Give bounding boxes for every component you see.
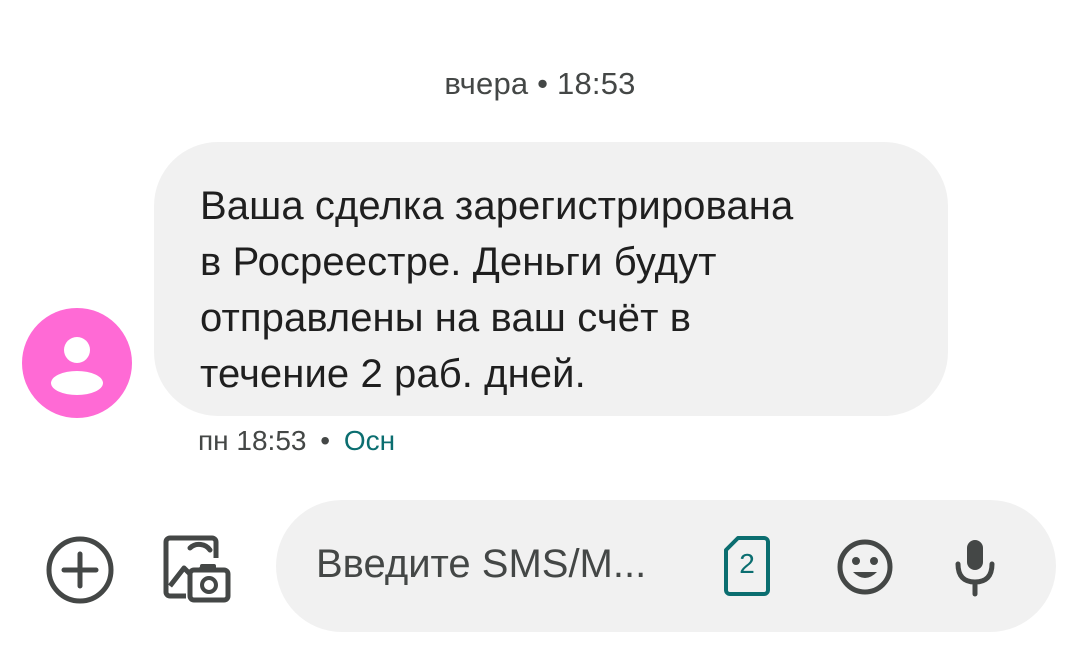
compose-bar: Введите SMS/M... 2 [276,500,1056,632]
emoji-icon [837,539,893,595]
mic-icon [955,540,995,597]
message-timestamp: пн 18:53 [198,425,307,456]
emoji-button[interactable] [836,538,894,596]
message-text: Ваша сделка зарегистрирована в Росреестр… [200,184,794,396]
gallery-button[interactable] [156,528,240,612]
sim-label: Осн [343,425,396,456]
meta-separator: • [320,425,331,456]
voice-input-button[interactable] [950,536,1000,598]
person-icon [51,337,103,395]
add-attachment-button[interactable] [40,530,120,610]
message-input[interactable]: Введите SMS/M... [316,542,646,587]
date-divider: вчера • 18:53 [444,66,636,101]
sim-number: 2 [739,548,755,579]
contact-avatar[interactable] [22,308,132,418]
message-bubble[interactable]: Ваша сделка зарегистрирована в Росреестр… [154,142,948,416]
add-circle-icon [46,536,114,604]
sim-select-button[interactable]: 2 [722,534,772,598]
gallery-camera-icon [163,535,231,603]
message-meta: пн 18:53 • Осн [198,425,395,457]
